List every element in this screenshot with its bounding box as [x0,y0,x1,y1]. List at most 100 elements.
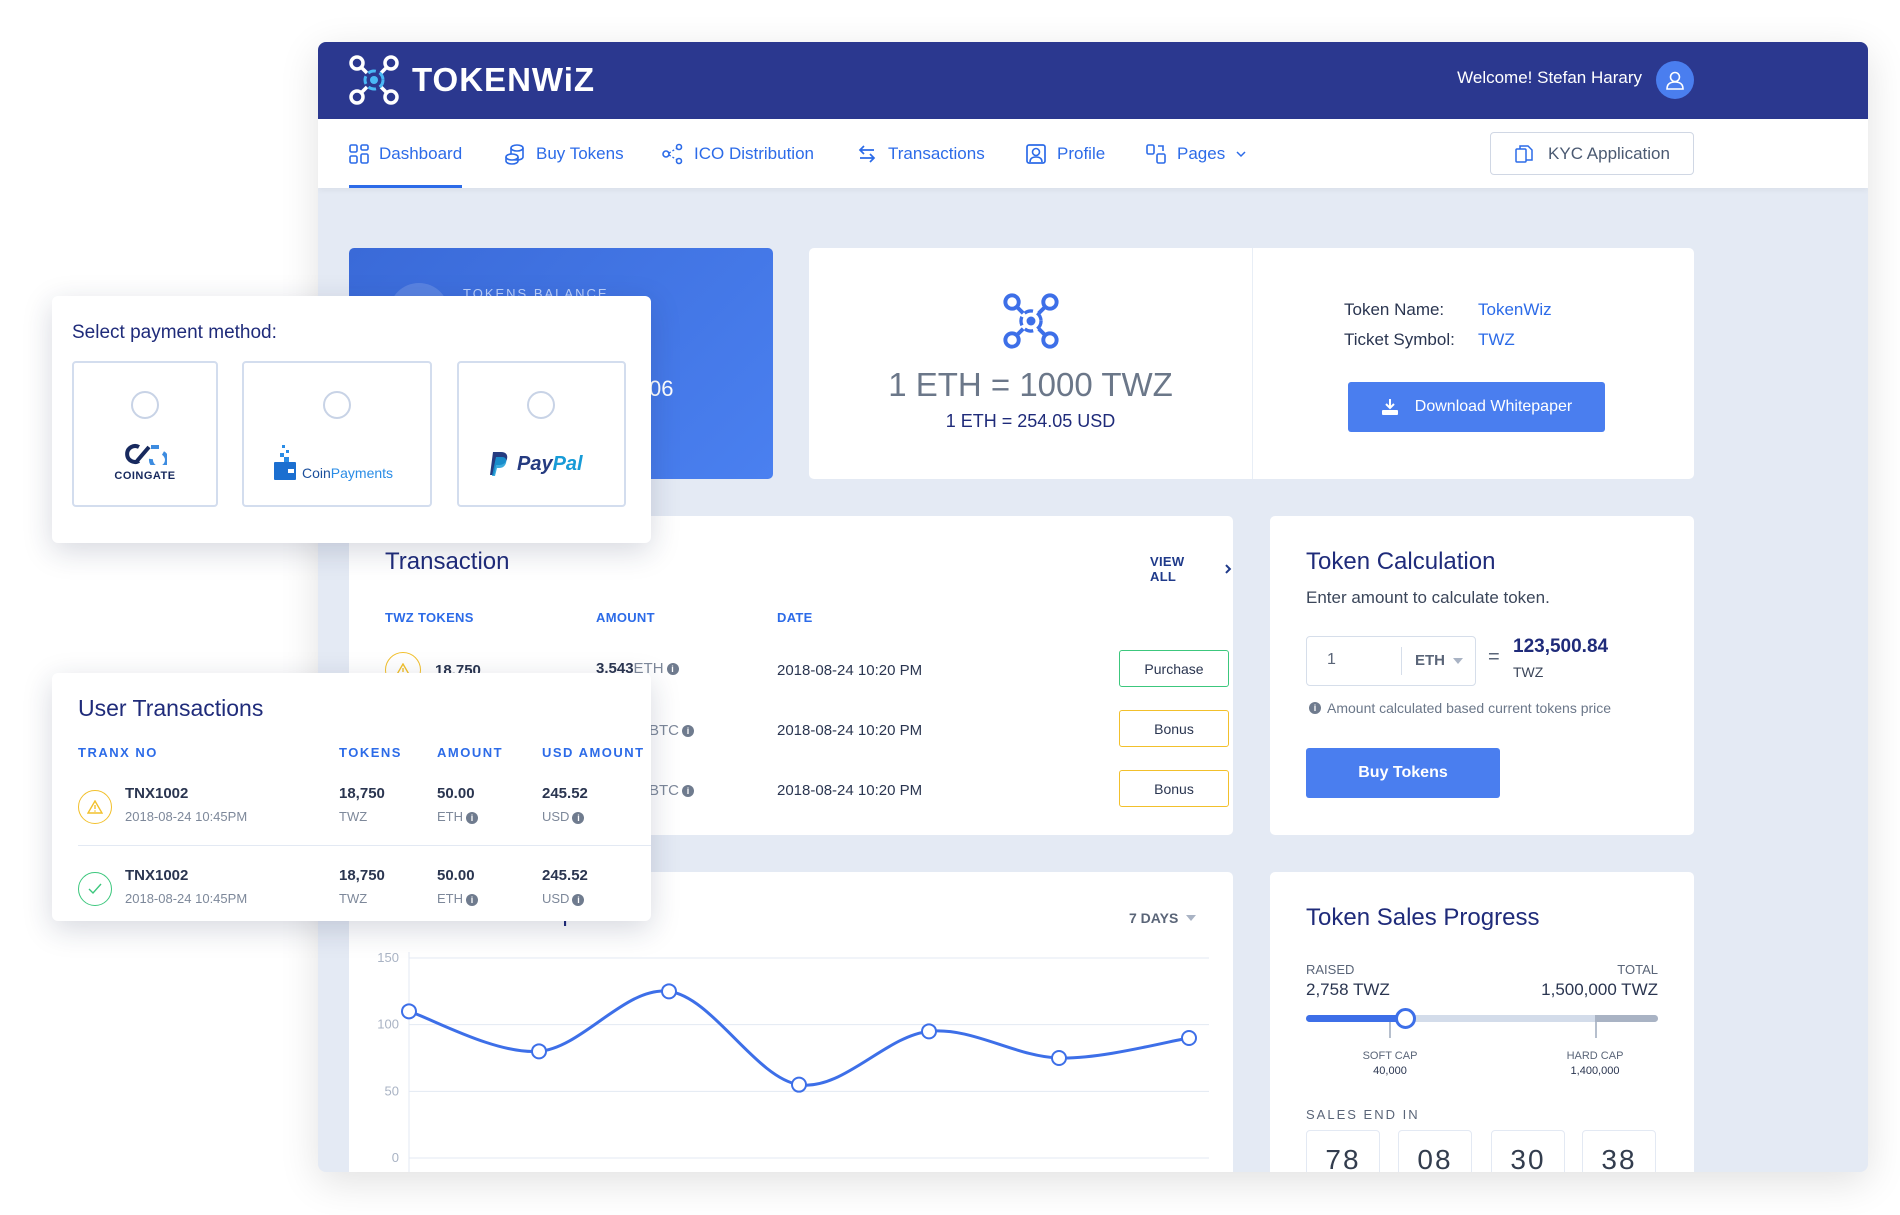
info-icon: i [572,811,585,824]
input-divider [1401,647,1402,675]
col-usd-amount: USD AMOUNT [542,745,645,760]
view-all-label: VIEW ALL [1150,554,1185,584]
currency-select[interactable]: ETH [1415,652,1463,669]
tx-date: 2018-08-24 10:20 PM [777,722,923,739]
tx-date: 2018-08-24 10:20 PM [777,662,923,679]
payment-option-coinpayments[interactable]: CoinPayments [242,361,432,507]
nav-buy-tokens[interactable]: Buy Tokens [504,119,624,188]
countdown-days: 78 [1306,1130,1380,1172]
amount-input-group: 1 ETH [1306,636,1476,686]
tranx-amount: 50.00 [437,867,475,884]
token-symbol-label: Ticket Symbol: [1344,330,1455,349]
paypal-prefix: Pay [517,452,553,475]
progress-thumb[interactable] [1394,1008,1416,1029]
y-tick-label: 50 [385,1083,399,1098]
data-point [791,1076,807,1093]
tranx-tokens: 18,750 [339,867,385,884]
radio-coingate[interactable] [131,391,159,419]
wallet-icon [274,445,296,480]
col-tranx-no: TRANX NO [78,745,158,760]
coinpayments-logo: CoinPayments [274,445,393,481]
payment-option-coingate[interactable]: COINGATE [72,361,218,507]
soft-cap-label: SOFT CAP [1362,1050,1418,1062]
tranx-date: 2018-08-24 10:45PM [125,891,248,906]
main-nav: Dashboard Buy Tokens ICO Distribution Tr… [318,119,1868,188]
nav-label: Dashboard [379,143,463,163]
sales-end-label: SALES END IN [1306,1107,1420,1122]
col-amount: AMOUNT [437,745,504,760]
data-point [1181,1030,1197,1046]
tx-type-badge[interactable]: Bonus [1119,710,1229,747]
token-sales-progress-card: Token Sales Progress RAISED 2,758 TWZ TO… [1270,872,1694,1172]
top-header: TOKENWiZ Welcome! Stefan Harary [318,42,1868,119]
range-select[interactable]: 7 DAYS [1129,910,1197,926]
user-card-icon [1026,143,1046,164]
amount-input[interactable]: 1 [1327,651,1336,669]
user-transactions-popup: User Transactions TRANX NO TOKENS AMOUNT… [52,673,651,921]
series-line [408,989,1190,1087]
data-point [401,1003,417,1020]
nav-pages[interactable]: Pages [1145,119,1247,188]
tranx-date: 2018-08-24 10:45PM [125,809,248,824]
radio-coinpayments[interactable] [323,391,351,419]
nav-profile[interactable]: Profile [1025,119,1105,188]
tranx-token-unit: TWZ [339,809,368,824]
total-value: 1,500,000 TWZ [1541,980,1658,999]
data-point [661,983,677,1000]
user-avatar[interactable] [1656,61,1694,99]
equals-sign: = [1488,646,1500,668]
tranx-tokens: 18,750 [339,785,385,802]
chevron-right-icon [1225,564,1232,574]
token-symbol-row: Ticket Symbol: TWZ [1344,330,1515,350]
tx-type-badge[interactable]: Bonus [1119,770,1229,807]
coins-icon [505,143,524,165]
brand-logo[interactable]: TOKENWiZ [348,54,595,106]
calc-note: Amount calculated based current tokens p… [1327,700,1612,716]
hard-cap-marker [1595,1022,1597,1038]
calc-result: 123,500.84 [1513,636,1609,657]
tranx-no: TNX1002 [125,867,189,884]
kyc-application-button[interactable]: KYC Application [1490,132,1694,175]
user-tx-title: User Transactions [78,695,264,721]
paypal-name: PayPal [517,453,583,476]
token-network-icon [1003,293,1059,349]
info-icon: i [466,811,478,824]
token-name-value: TokenWiz [1478,300,1552,319]
download-whitepaper-button[interactable]: Download Whitepaper [1348,382,1605,432]
tx-currency-label: BTC [649,722,679,739]
nav-ico-distribution[interactable]: ICO Distribution [662,119,814,188]
nav-transactions[interactable]: Transactions [856,119,985,188]
nav-dashboard[interactable]: Dashboard [349,119,463,188]
view-all-link[interactable]: VIEW ALL [1150,554,1233,584]
info-icon: i [572,893,585,906]
coingate-name: COINGATE [114,470,176,482]
payment-option-paypal[interactable]: PayPal [457,361,626,507]
download-icon [1381,399,1398,415]
data-point [921,1023,937,1040]
info-icon: i [1309,702,1321,714]
progress-track [1306,1008,1658,1038]
usd-unit-label: USD [542,809,570,824]
payment-method-popup: Select payment method: COINGATE CoinPaym… [52,296,651,543]
buy-tokens-button[interactable]: Buy Tokens [1306,748,1500,798]
coingate-mark-icon [125,444,169,470]
hard-cap-label: HARD CAP [1566,1050,1624,1062]
calc-result-unit: TWZ [1513,664,1544,680]
amount-unit-label: ETH [437,809,463,824]
coinpayments-suffix: Payments [330,465,394,481]
tranx-amount: 50.00 [437,785,475,802]
tx-type-badge[interactable]: Purchase [1119,650,1229,687]
card-divider [1252,248,1253,479]
tranx-amount-unit: ETH i [437,891,478,906]
radio-paypal[interactable] [527,391,555,419]
info-icon: i [682,785,694,798]
y-tick-label: 100 [377,1017,399,1032]
data-point [531,1043,547,1060]
range-label: 7 DAYS [1129,910,1179,926]
row-divider [78,845,651,846]
grid-icon [349,143,369,164]
token-name-row: Token Name: TokenWiz [1344,300,1552,320]
hard-cap-zone [1595,1015,1658,1022]
caret-down-icon [1186,915,1197,921]
documents-icon [1515,144,1533,163]
